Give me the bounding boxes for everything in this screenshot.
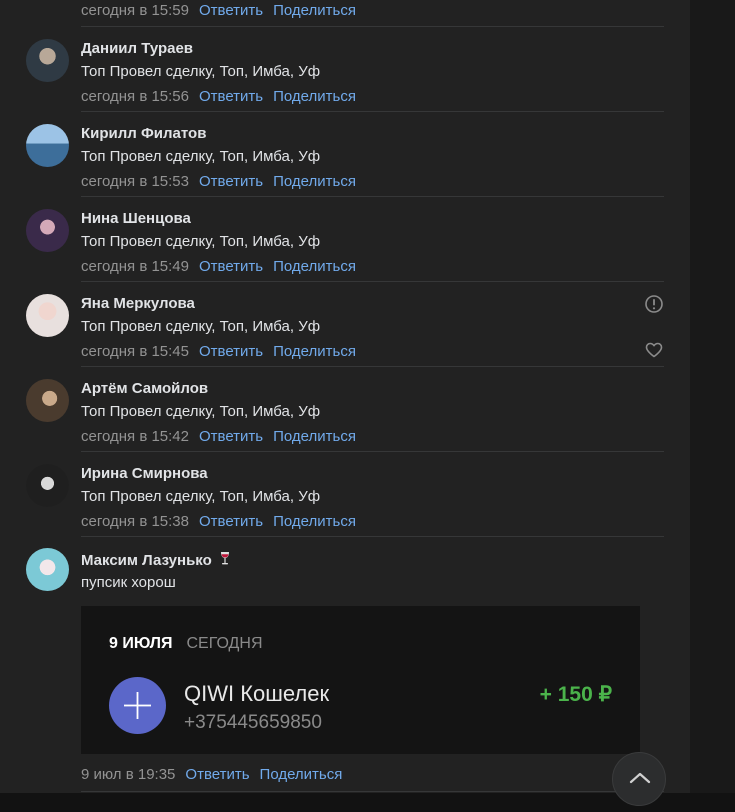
reply-link[interactable]: Ответить [199, 88, 263, 105]
comment-meta: сегодня в 15:42 Ответить Поделиться [81, 428, 356, 445]
chevron-up-icon [629, 772, 651, 784]
comment-meta: сегодня в 15:49 Ответить Поделиться [81, 258, 356, 275]
author-name[interactable]: Максим Лазунько [81, 552, 212, 569]
transaction-title: QIWI Кошелек [184, 681, 330, 706]
comment-time[interactable]: сегодня в 15:38 [81, 513, 189, 530]
comment-time[interactable]: сегодня в 15:45 [81, 343, 189, 360]
comment-text: пупсик хорош [81, 574, 176, 591]
comment-text: Топ Провел сделку, Топ, Имба, Уф [81, 233, 321, 250]
share-link[interactable]: Поделиться [273, 2, 356, 19]
scroll-top-button[interactable] [612, 752, 666, 806]
reply-link[interactable]: Ответить [199, 258, 263, 275]
comment-meta: сегодня в 15:56 Ответить Поделиться [81, 88, 356, 105]
comment-time[interactable]: сегодня в 15:59 [81, 2, 189, 19]
comment-meta: 9 июл в 19:35 Ответить Поделиться [81, 766, 342, 783]
transaction-phone: +375445659850 [184, 712, 322, 733]
avatar[interactable] [26, 294, 69, 337]
comment-meta: сегодня в 15:53 Ответить Поделиться [81, 173, 356, 190]
avatar[interactable] [26, 464, 69, 507]
comment-item: Яна Меркулова Топ Провел сделку, Топ, Им… [0, 282, 690, 367]
avatar[interactable] [26, 379, 69, 422]
share-link[interactable]: Поделиться [273, 88, 356, 105]
comment-text: Топ Провел сделку, Топ, Имба, Уф [81, 403, 321, 420]
comment-meta: сегодня в 15:59 Ответить Поделиться [81, 2, 356, 19]
reply-link[interactable]: Ответить [199, 343, 263, 360]
reply-link[interactable]: Ответить [199, 513, 263, 530]
tab-today: СЕГОДНЯ [186, 635, 263, 652]
reply-link[interactable]: Ответить [199, 173, 263, 190]
right-gutter [690, 0, 735, 793]
share-link[interactable]: Поделиться [273, 513, 356, 530]
reply-link[interactable]: Ответить [199, 2, 263, 19]
date-tabs: 9 ИЮЛЯ СЕГОДНЯ [109, 635, 263, 653]
qiwi-attachment[interactable]: 9 ИЮЛЯ СЕГОДНЯ QIWI Кошелек +375445659850… [81, 606, 640, 754]
share-link[interactable]: Поделиться [273, 173, 356, 190]
comment-meta: сегодня в 15:38 Ответить Поделиться [81, 513, 356, 530]
exclamation-circle-icon[interactable] [644, 294, 664, 314]
share-link[interactable]: Поделиться [273, 258, 356, 275]
share-link[interactable]: Поделиться [273, 343, 356, 360]
avatar[interactable] [26, 209, 69, 252]
comment-item: Артём Самойлов Топ Провел сделку, Топ, И… [0, 367, 690, 452]
share-link[interactable]: Поделиться [273, 428, 356, 445]
tab-date: 9 ИЮЛЯ [109, 635, 173, 652]
avatar[interactable] [26, 548, 69, 591]
comment-author[interactable]: Яна Меркулова [81, 295, 195, 312]
reply-link[interactable]: Ответить [185, 766, 249, 783]
comments-panel: сегодня в 15:59 Ответить Поделиться Даниил… [0, 0, 690, 793]
comment-author[interactable]: Кирилл Филатов [81, 125, 206, 142]
comment-text: Топ Провел сделку, Топ, Имба, Уф [81, 488, 321, 505]
comment-author[interactable]: Артём Самойлов [81, 380, 208, 397]
divider [81, 791, 664, 792]
comment-time[interactable]: 9 июл в 19:35 [81, 766, 175, 783]
comment-author[interactable]: Нина Шенцова [81, 210, 191, 227]
comment-author[interactable]: Ирина Смирнова [81, 465, 208, 482]
wine-glass-icon [218, 551, 232, 566]
comment-author[interactable]: Даниил Тураев [81, 40, 193, 57]
comment-text: Топ Провел сделку, Топ, Имба, Уф [81, 318, 321, 335]
share-link[interactable]: Поделиться [260, 766, 343, 783]
avatar[interactable] [26, 39, 69, 82]
heart-icon[interactable] [644, 340, 664, 360]
comment-time[interactable]: сегодня в 15:49 [81, 258, 189, 275]
transaction-amount: + 150 ₽ [539, 683, 612, 706]
comment-meta: сегодня в 15:45 Ответить Поделиться [81, 343, 356, 360]
comment-item: Ирина Смирнова Топ Провел сделку, Топ, И… [0, 452, 690, 537]
plus-icon [109, 677, 166, 734]
comment-text: Топ Провел сделку, Топ, Имба, Уф [81, 63, 321, 80]
comment-time[interactable]: сегодня в 15:56 [81, 88, 189, 105]
comment-item: Нина Шенцова Топ Провел сделку, Топ, Имб… [0, 197, 690, 282]
reply-link[interactable]: Ответить [199, 428, 263, 445]
avatar[interactable] [26, 124, 69, 167]
comment-time[interactable]: сегодня в 15:42 [81, 428, 189, 445]
comment-item: Кирилл Филатов Топ Провел сделку, Топ, И… [0, 112, 690, 197]
comment-author[interactable]: Максим Лазунько [81, 551, 232, 569]
comment-item: Даниил Тураев Топ Провел сделку, Топ, Им… [0, 27, 690, 112]
comment-time[interactable]: сегодня в 15:53 [81, 173, 189, 190]
comment-text: Топ Провел сделку, Топ, Имба, Уф [81, 148, 321, 165]
